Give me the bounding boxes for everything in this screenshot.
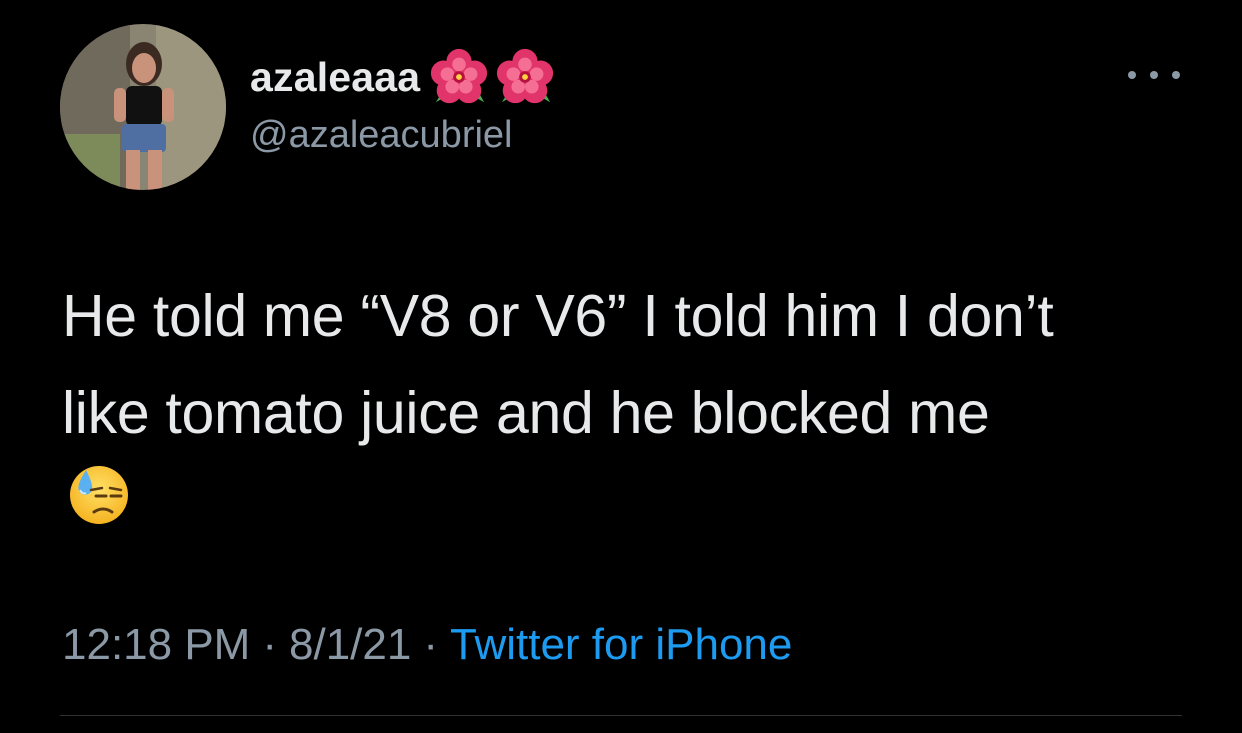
more-dot [1150,71,1158,79]
hibiscus-icon [497,48,554,104]
avatar[interactable] [60,24,226,190]
profile-photo [60,24,226,190]
tweet-time[interactable]: 12:18 PM [62,620,250,669]
tweet-text: He told me “V8 or V6” I told him I don’t… [62,268,1212,462]
divider [60,715,1182,716]
tweet: azaleaaa @azaleacubriel He told me “V8 o… [0,0,1242,733]
tweet-text-line: He told me “V8 or V6” I told him I don’t [62,283,1054,349]
tweet-text-line: like tomato juice and he blocked me [62,380,990,446]
user-handle[interactable]: @azaleacubriel [250,114,513,157]
more-dot [1128,71,1136,79]
tweet-date[interactable]: 8/1/21 [289,620,411,669]
meta-separator: · [423,620,438,669]
display-name[interactable]: azaleaaa [250,54,420,101]
tweet-meta: 12:18 PM · 8/1/21 · Twitter for iPhone [62,620,792,670]
hibiscus-icon [431,48,488,104]
downcast-face-with-sweat-icon [70,466,128,524]
more-dot [1172,71,1180,79]
more-icon[interactable] [1128,60,1180,90]
meta-separator: · [262,620,277,669]
author-name-row[interactable]: azaleaaa [250,46,556,108]
tweet-source-link[interactable]: Twitter for iPhone [450,620,792,669]
